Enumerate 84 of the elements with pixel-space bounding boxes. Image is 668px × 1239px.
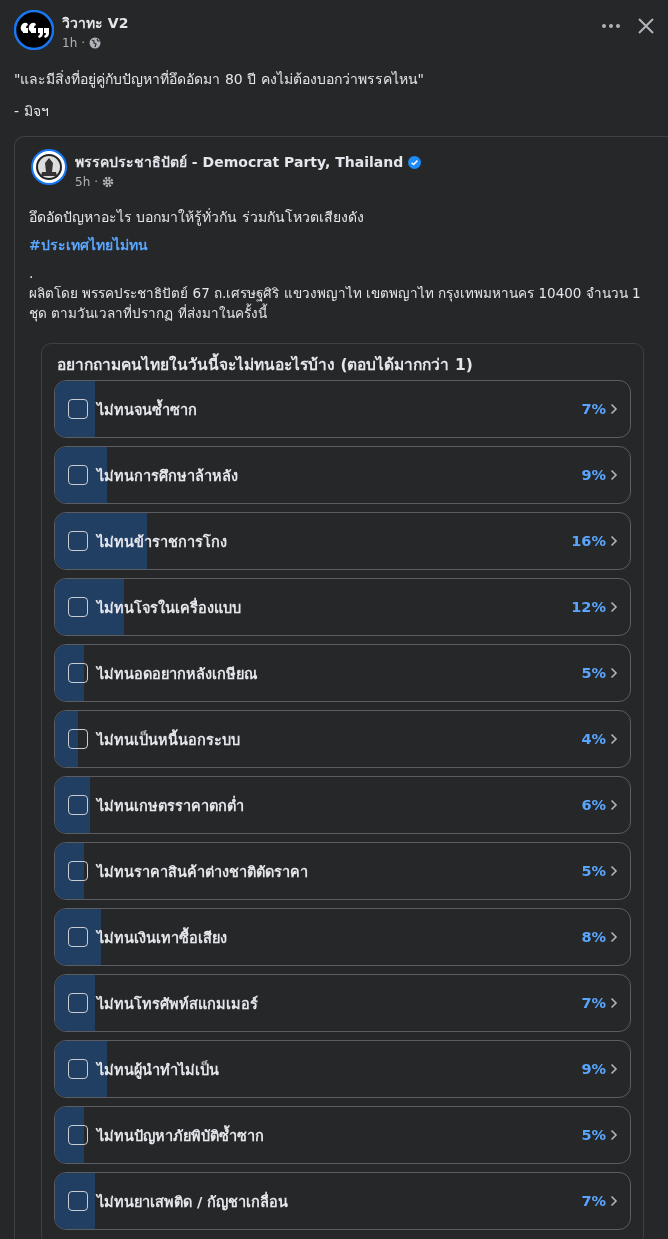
post-text: อึดอัดปัญหาอะไร บอกมาให้รู้ทั่วกัน ร่วมกันโหวตเสียงดัง <box>29 209 364 225</box>
percentage: 5% <box>581 1127 606 1143</box>
chevron-icon <box>610 931 618 943</box>
option-label: ไม่ทนข้าราชการโกง <box>97 532 228 552</box>
option-label: ไม่ทนโทรศัพท์สแกมเมอร์ <box>97 994 259 1014</box>
chevron-icon <box>610 865 618 877</box>
checkbox[interactable] <box>68 465 88 485</box>
emblem-icon[interactable] <box>31 149 67 185</box>
globe-icon <box>89 37 102 49</box>
chevron-icon <box>610 667 618 679</box>
poll-option[interactable]: ไม่ทนการศึกษาล้าหลัง 9% <box>54 446 631 504</box>
percentage: 7% <box>581 401 606 417</box>
chevron-icon <box>610 733 618 745</box>
poll-question: อยากถามคนไทยในวันนี้จะไม่ทนอะไรบ้าง (ตอบได้มากกว่า 1) <box>57 352 631 372</box>
option-label: ไม่ทนปัญหาภัยพิบัติซ้ำซาก <box>97 1124 265 1147</box>
percentage: 5% <box>581 863 606 879</box>
close-icon[interactable] <box>638 18 654 34</box>
option-label: ไม่ทนอดอยากหลังเกษียณ <box>97 664 258 684</box>
post-time[interactable]: 1h <box>62 36 78 50</box>
poll-option[interactable]: ไม่ทนยาเสพติด / กัญชาเกลื่อน 7% <box>54 1172 631 1230</box>
percentage: 12% <box>571 599 606 615</box>
poll-option[interactable]: ไม่ทนเป็นหนี้นอกระบบ 4% <box>54 710 631 768</box>
option-label: ไม่ทนจนซ้ำซาก <box>97 398 198 420</box>
checkbox[interactable] <box>68 993 88 1013</box>
chevron-icon <box>610 799 618 811</box>
option-label: ไม่ทนเกษตรราคาตกต่ำ <box>97 794 245 816</box>
avatar-icon[interactable] <box>14 10 54 50</box>
option-label: ไม่ทนเป็นหนี้นอกระบบ <box>97 728 241 750</box>
option-label: ไม่ทนเงินเทาซื้อเสียง <box>97 926 228 948</box>
poll-option[interactable]: ไม่ทนเกษตรราคาตกต่ำ 6% <box>54 776 631 834</box>
percentage: 7% <box>581 995 606 1011</box>
percentage: 4% <box>581 731 606 747</box>
checkbox[interactable] <box>68 531 88 551</box>
checkbox[interactable] <box>68 861 88 881</box>
chevron-icon <box>610 403 618 415</box>
checkbox[interactable] <box>68 399 88 419</box>
hashtag-link[interactable]: #ประเทศไทยไม่ทน <box>29 235 668 255</box>
page-name[interactable]: พรรคประชาธิปัตย์ - Democrat Party, Thailand <box>75 151 404 173</box>
dot: . <box>29 264 35 283</box>
chevron-icon <box>610 1195 618 1207</box>
poll-option[interactable]: ไม่ทนจนซ้ำซาก 7% <box>54 380 631 438</box>
poll-option[interactable]: ไม่ทนโทรศัพท์สแกมเมอร์ 7% <box>54 974 631 1032</box>
gear-icon <box>102 176 115 188</box>
chevron-icon <box>610 997 618 1009</box>
poll-option[interactable]: ไม่ทนเงินเทาซื้อเสียง 8% <box>54 908 631 966</box>
checkbox[interactable] <box>68 729 88 749</box>
percentage: 5% <box>581 665 606 681</box>
checkbox[interactable] <box>68 597 88 617</box>
poll-option[interactable]: ไม่ทนราคาสินค้าต่างชาติตัดราคา 5% <box>54 842 631 900</box>
credit-text: ผลิตโดย พรรคประชาธิปัตย์ 67 ถ.เศรษฐศิริ แขวงพญาไท เขตพญาไท กรุงเทพมหานคร 10400 จำนวน 1 ชุด ตามวันเวลาที่ปรากฏ ที่ส่งมาในครั้งนี้ <box>29 284 642 323</box>
percentage: 9% <box>581 1061 606 1077</box>
more-icon[interactable] <box>602 24 620 28</box>
option-label: ไม่ทนโจรในเครื่องแบบ <box>97 596 242 618</box>
percentage: 8% <box>581 929 606 945</box>
chevron-icon <box>610 1063 618 1075</box>
poll-option[interactable]: ไม่ทนข้าราชการโกง 16% <box>54 512 631 570</box>
chevron-icon <box>610 535 618 547</box>
post-time[interactable]: 5h <box>75 175 91 189</box>
checkbox[interactable] <box>68 927 88 947</box>
page-name[interactable]: วิวาทะ V2 <box>62 12 594 34</box>
chevron-icon <box>610 601 618 613</box>
option-label: ไม่ทนการศึกษาล้าหลัง <box>97 466 239 486</box>
separator: · <box>94 175 99 189</box>
poll-option[interactable]: ไม่ทนโจรในเครื่องแบบ 12% <box>54 578 631 636</box>
checkbox[interactable] <box>68 1191 88 1211</box>
option-label: ไม่ทนยาเสพติด / กัญชาเกลื่อน <box>97 1190 290 1213</box>
chevron-icon <box>610 469 618 481</box>
option-label: ไม่ทนราคาสินค้าต่างชาติตัดราคา <box>97 862 309 882</box>
percentage: 6% <box>581 797 606 813</box>
chevron-icon <box>610 1129 618 1141</box>
percentage: 7% <box>581 1193 606 1209</box>
post-text: "และมีสิ่งที่อยู่คู่กับปัญหาที่อึดอัดมา 80 ปี คงไม่ต้องบอกว่าพรรคไหน" <box>14 70 426 88</box>
percentage: 9% <box>581 467 606 483</box>
option-label: ไม่ทนผู้นำทำไม่เป็น <box>97 1059 220 1081</box>
checkbox[interactable] <box>68 663 88 683</box>
poll-option[interactable]: ไม่ทนปัญหาภัยพิบัติซ้ำซาก 5% <box>54 1106 631 1164</box>
checkbox[interactable] <box>68 795 88 815</box>
signature: - มิจฯ <box>14 102 50 121</box>
poll-option[interactable]: ไม่ทนผู้นำทำไม่เป็น 9% <box>54 1040 631 1098</box>
checkbox[interactable] <box>68 1059 88 1079</box>
poll-option[interactable]: ไม่ทนอดอยากหลังเกษียณ 5% <box>54 644 631 702</box>
percentage: 16% <box>571 533 606 549</box>
checkbox[interactable] <box>68 1125 88 1145</box>
separator: · <box>81 36 86 50</box>
